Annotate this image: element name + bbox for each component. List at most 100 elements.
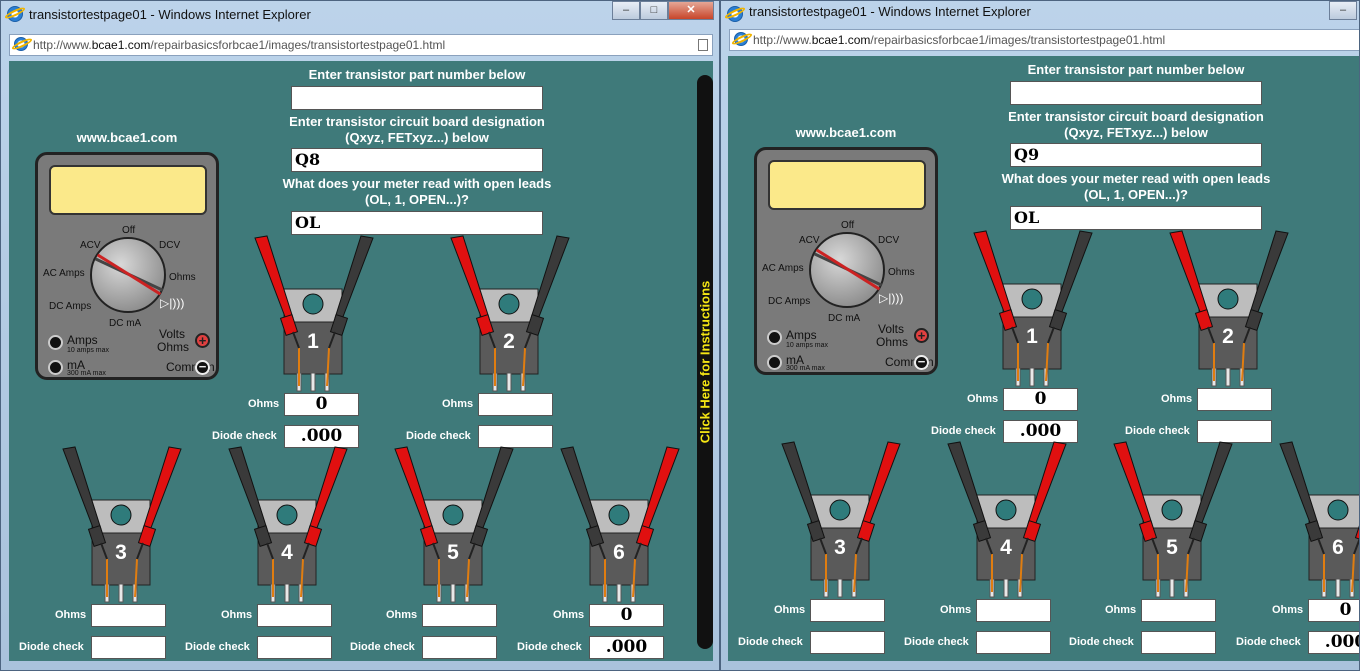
diode-check-box-4[interactable] [257,636,332,659]
ohms-box-6[interactable]: 0 [1308,599,1359,622]
site-label: www.bcae1.com [795,125,897,140]
diode-check-box-5[interactable] [422,636,497,659]
ma-jack[interactable] [767,355,782,370]
open-leads-field[interactable]: OL [291,211,543,235]
designation-field[interactable]: Q9 [1010,143,1262,167]
diode-check-box-1[interactable]: .000 [1003,420,1078,443]
part-number-field[interactable] [291,86,543,110]
minimize-button[interactable]: ‒ [612,1,640,20]
diode-check-box-6[interactable]: .000 [1308,631,1359,654]
ohms-box-1[interactable]: 0 [1003,388,1078,411]
meter-dcv: DCV [159,240,181,251]
ohms-label: Ohms [221,609,253,621]
page-icon [14,37,28,51]
title-bar[interactable]: transistortestpage01 - Windows Internet … [721,1,1359,29]
page-icon [734,32,748,46]
ohms-box-2[interactable] [478,393,553,416]
volts-ohms-jack[interactable]: + [195,333,210,348]
transistor-4: 4 [227,446,349,603]
instructions-tab[interactable]: Click Here for Instructions [697,75,713,649]
window-controls: ‒ [1329,1,1357,20]
diode-check-box-2[interactable] [478,425,553,448]
transistor-6: 6 [559,446,681,603]
ohms-box-2[interactable] [1197,388,1272,411]
transistor-5: 5 [1112,441,1234,598]
close-button[interactable]: ✕ [668,1,714,20]
transistor-number: 6 [1332,536,1344,559]
transistor-graphic [1113,441,1233,598]
ma-jack[interactable] [48,360,63,375]
transistor-number: 3 [115,541,127,564]
transistor-graphic [781,441,901,598]
meter-ohms: Ohms [888,267,915,278]
ohms-box-3[interactable] [91,604,166,627]
ohms-box-4[interactable] [976,599,1051,622]
title-bar[interactable]: transistortestpage01 - Windows Internet … [1,1,719,29]
compatibility-icon[interactable] [698,39,708,51]
diode-check-box-5[interactable] [1141,631,1216,654]
transistor-graphic [228,446,348,603]
ohms-box-5[interactable] [422,604,497,627]
ohms-box-5[interactable] [1141,599,1216,622]
amps-label: Amps [67,333,98,347]
ohms-label: Ohms [55,609,87,621]
transistor-graphic [450,235,570,392]
diode-check-box-6[interactable]: .000 [589,636,664,659]
meter-acv: ACV [80,240,101,251]
site-label: www.bcae1.com [76,130,178,145]
transistor-1: 1 [253,235,375,392]
address-bar[interactable]: http://www.bcae1.com/repairbasicsforbcae… [729,29,1359,51]
address-bar[interactable]: http://www.bcae1.com/repairbasicsforbcae… [9,34,713,56]
meter-dc-ma: DC mA [109,318,142,329]
diode-check-label: Diode check [738,636,803,648]
meter-ohms: Ohms [169,272,196,283]
open-leads-label: What does your meter read with open lead… [282,176,552,207]
amps-jack[interactable] [767,330,782,345]
open-leads-label: What does your meter read with open lead… [1001,171,1271,202]
diode-check-label: Diode check [904,636,969,648]
window-title: transistortestpage01 - Windows Internet … [29,7,311,22]
ohms-label: Ohms [940,604,972,616]
transistor-number: 2 [1222,325,1234,348]
transistor-number: 2 [503,330,515,353]
window-title: transistortestpage01 - Windows Internet … [749,4,1031,19]
ohms-box-6[interactable]: 0 [589,604,664,627]
transistor-number: 3 [834,536,846,559]
diode-check-box-3[interactable] [810,631,885,654]
part-number-label: Enter transistor part number below [1027,62,1245,77]
minimize-button[interactable]: ‒ [1329,1,1357,20]
ohms-box-4[interactable] [257,604,332,627]
ohms-label: Ohms [967,393,999,405]
left-browser-window: transistortestpage01 - Windows Internet … [0,0,720,671]
instructions-text: Click Here for Instructions [697,280,713,444]
window-controls: ‒ □ ✕ [612,1,714,20]
transistor-2: 2 [449,235,571,392]
transistor-graphic [62,446,182,603]
transistor-number: 4 [1000,536,1012,559]
volts-ohms-jack[interactable]: + [914,328,929,343]
diode-check-label: Diode check [931,425,996,437]
diode-check-box-3[interactable] [91,636,166,659]
designation-field[interactable]: Q8 [291,148,543,172]
diode-check-box-4[interactable] [976,631,1051,654]
amps-jack[interactable] [48,335,63,350]
maximize-button[interactable]: □ [640,1,668,20]
internet-explorer-icon [7,6,23,22]
diode-check-label: Diode check [212,430,277,442]
diode-check-box-2[interactable] [1197,420,1272,443]
amps-note: 10 amps max [786,342,829,349]
transistor-number: 1 [1026,325,1038,348]
transistor-graphic [973,230,1093,387]
meter-dc-ma: DC mA [828,313,861,324]
ohms-box-3[interactable] [810,599,885,622]
meter-ac-amps: AC Amps [762,263,804,274]
designation-label: Enter transistor circuit board designati… [289,114,545,145]
common-jack[interactable]: − [914,355,929,370]
part-number-field[interactable] [1010,81,1262,105]
diode-check-box-1[interactable]: .000 [284,425,359,448]
open-leads-field[interactable]: OL [1010,206,1262,230]
multimeter: Off ACV DCV AC Amps Ohms DC Amps DC mA ▷… [754,147,938,375]
common-jack[interactable]: − [195,360,210,375]
ohms-box-1[interactable]: 0 [284,393,359,416]
transistor-number: 4 [281,541,293,564]
